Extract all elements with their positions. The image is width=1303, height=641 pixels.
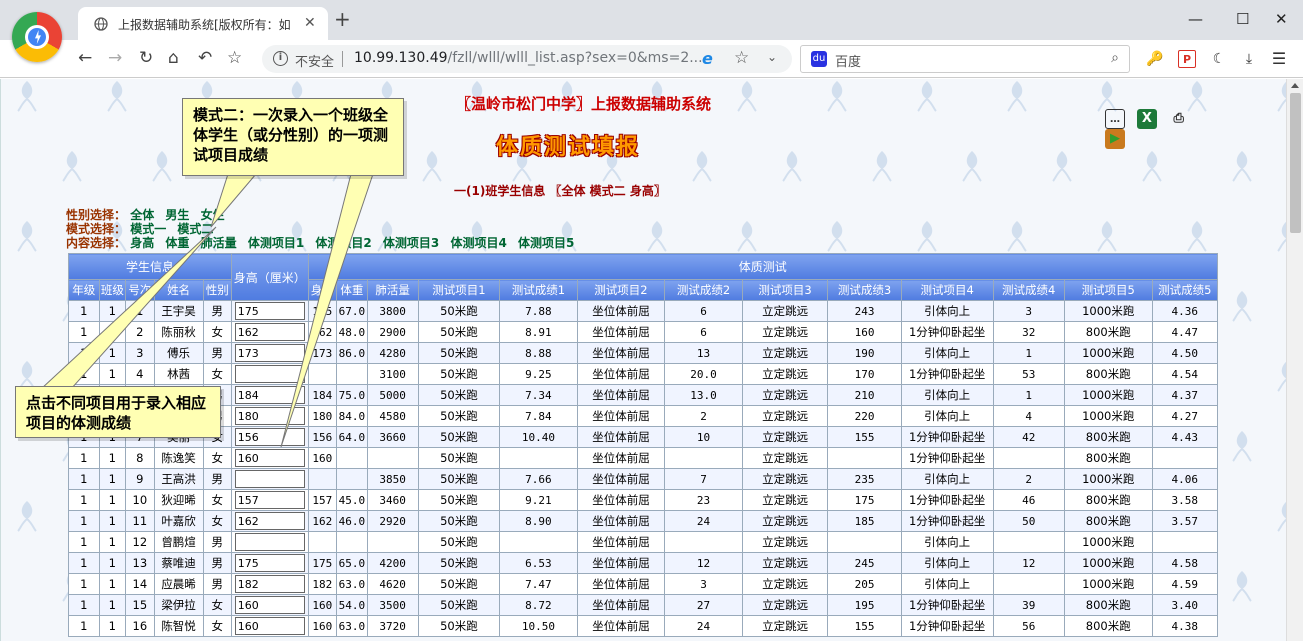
close-window-button[interactable]: ✕ xyxy=(1275,10,1288,28)
ie-mode-icon[interactable]: e xyxy=(702,49,713,68)
mode-two-callout: 模式二：一次录入一个班级全体学生（或分性别）的一项测试项目成绩 xyxy=(182,98,404,176)
vertical-scrollbar[interactable] xyxy=(1286,79,1303,641)
globe-icon xyxy=(94,17,108,31)
divider xyxy=(342,51,343,67)
maximize-button[interactable]: ☐ xyxy=(1236,10,1249,28)
minimize-button[interactable]: — xyxy=(1188,10,1203,28)
search-icon[interactable]: ⌕ xyxy=(1111,50,1119,66)
search-box[interactable]: du 百度 ⌕ xyxy=(800,45,1130,73)
extension-key-icon[interactable]: 🔑 xyxy=(1146,50,1164,68)
baidu-paw-icon: du xyxy=(811,51,827,67)
page-content: 〖温岭市松门中学〗上报数据辅助系统 体质测试填报 一(1)班学生信息 〖全体 模… xyxy=(0,79,1286,641)
address-bar[interactable]: i 不安全 10.99.130.49/fzll/wlll/wlll_list.a… xyxy=(262,45,792,73)
back-button[interactable]: ← xyxy=(78,49,92,67)
forward-button[interactable]: → xyxy=(108,49,122,67)
info-icon[interactable]: i xyxy=(273,51,288,66)
menu-icon[interactable]: ☰ xyxy=(1270,50,1288,68)
home-button[interactable]: ⌂ xyxy=(168,49,179,67)
insecure-label: 不安全 xyxy=(295,55,335,70)
browser-toolbar: ← → ↻ ⌂ ↶ ☆ i 不安全 10.99.130.49/fzll/wlll… xyxy=(0,40,1303,78)
chevron-down-icon[interactable]: ⌄ xyxy=(767,50,777,64)
url-host: 10.99.130.49 xyxy=(354,50,448,66)
favorite-star-icon[interactable]: ☆ xyxy=(734,48,749,68)
new-tab-button[interactable]: + xyxy=(334,9,351,29)
chrome-logo-icon xyxy=(12,12,62,62)
item-select-callout: 点击不同项目用于录入相应项目的体测成绩 xyxy=(15,386,221,438)
reload-button[interactable]: ↻ xyxy=(139,49,153,67)
tab-close-icon[interactable]: ✕ xyxy=(304,15,316,31)
bookmark-star-button[interactable]: ☆ xyxy=(227,49,242,67)
browser-tab[interactable]: 上报数据辅助系统[版权所有：如 ✕ xyxy=(78,7,328,40)
scroll-thumb[interactable] xyxy=(1290,93,1301,233)
dark-mode-moon-icon[interactable]: ☾ xyxy=(1210,50,1228,68)
tab-title: 上报数据辅助系统[版权所有：如 xyxy=(118,18,291,32)
url-text[interactable]: 10.99.130.49/fzll/wlll/wlll_list.asp?sex… xyxy=(354,50,703,66)
pdf-icon[interactable]: P xyxy=(1178,50,1196,68)
search-input[interactable]: 百度 xyxy=(835,51,861,70)
scroll-up-icon[interactable] xyxy=(1291,83,1299,88)
tab-bar: 上报数据辅助系统[版权所有：如 ✕ + — ☐ ✕ xyxy=(0,0,1303,40)
download-icon[interactable]: ⤓ xyxy=(1240,50,1258,68)
url-path: /fzll/wlll/wlll_list.asp?sex=0&ms=2... xyxy=(447,50,703,66)
undo-button[interactable]: ↶ xyxy=(198,49,212,67)
